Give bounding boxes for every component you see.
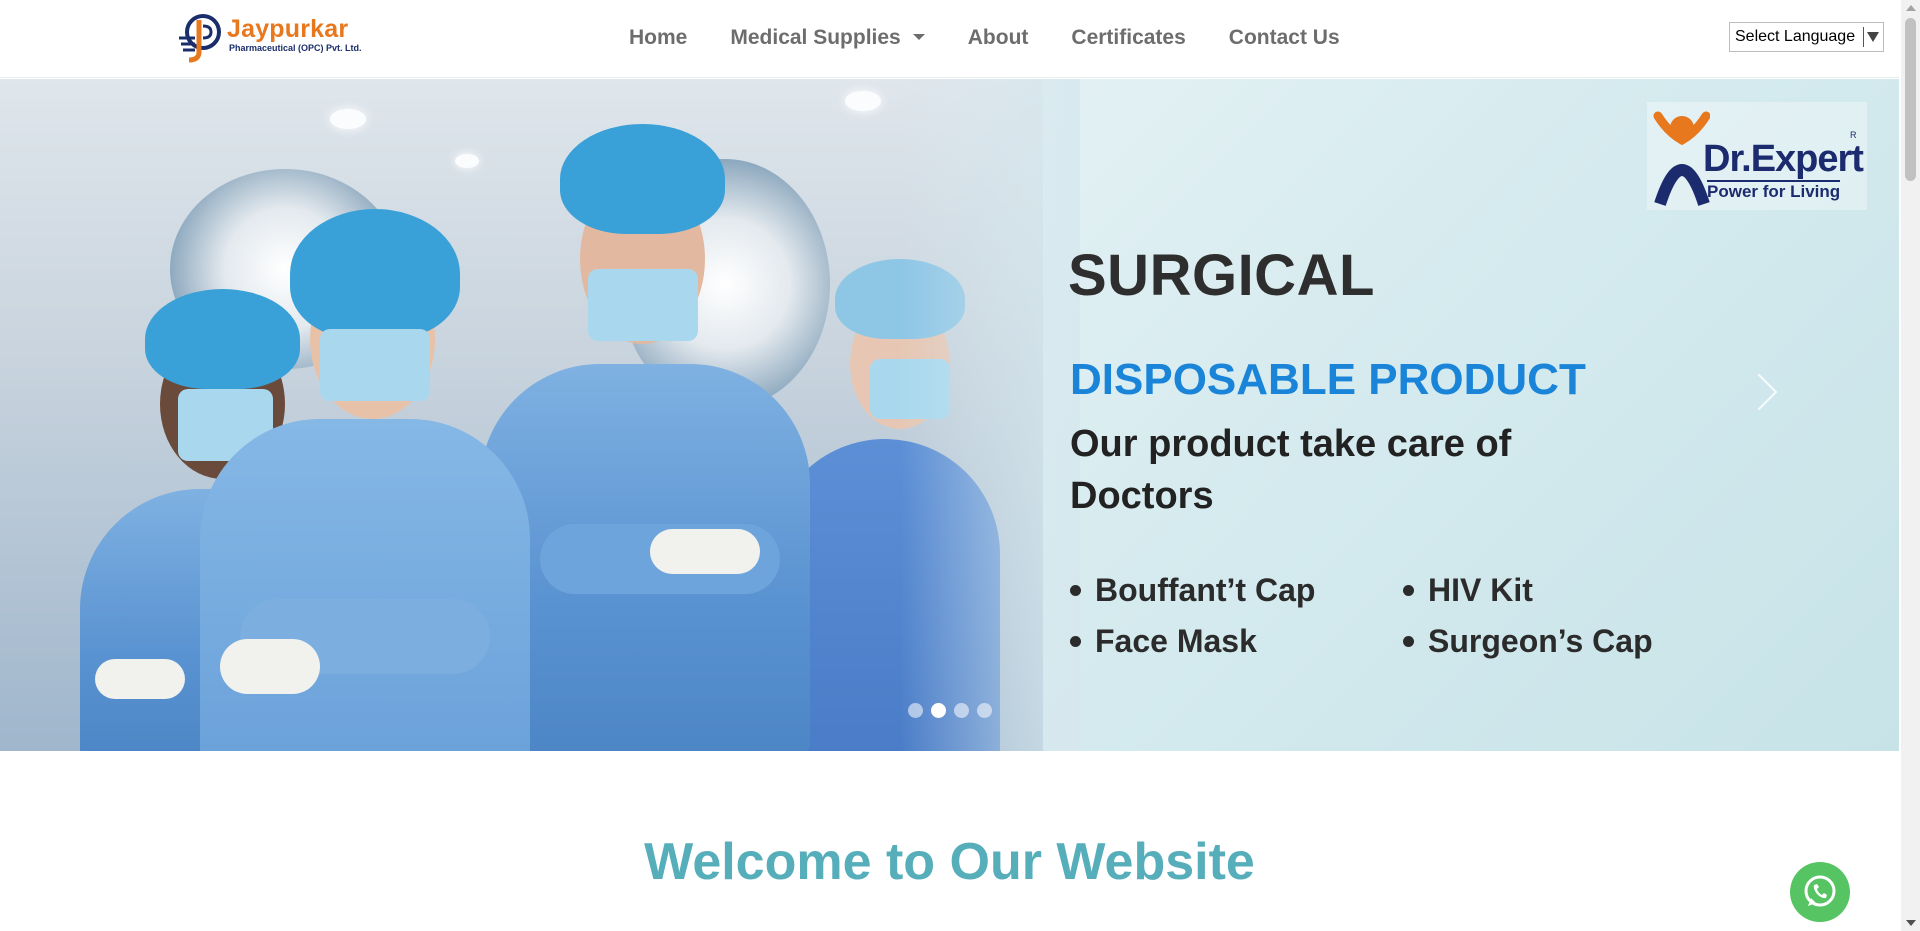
scroll-down-icon[interactable] — [1906, 920, 1916, 926]
main-nav: Home Medical Supplies About Certificates… — [629, 26, 1383, 50]
caret-down-icon — [912, 34, 925, 40]
nav-home[interactable]: Home — [629, 26, 687, 50]
dr-expert-tagline: Power for Living — [1707, 180, 1841, 201]
hero-carousel: Dr.Expert Power for Living R SURGICAL DI… — [0, 79, 1899, 751]
product-item-label: Face Mask — [1095, 623, 1257, 659]
product-item: Bouffant’t Cap — [1070, 572, 1403, 609]
carousel-indicators — [908, 703, 992, 718]
product-item: HIV Kit — [1403, 572, 1690, 609]
hero-tagline: Our product take care of Doctors — [1070, 423, 1512, 517]
logo-name: Jaypurkar — [227, 15, 349, 43]
dr-expert-logo: Dr.Expert Power for Living R — [1647, 102, 1867, 210]
nav-contact-us[interactable]: Contact Us — [1229, 26, 1340, 50]
scroll-up-icon[interactable] — [1906, 5, 1916, 11]
hero-title: SURGICAL — [1068, 243, 1375, 308]
carousel-indicator-3[interactable] — [954, 703, 969, 718]
nav-about[interactable]: About — [968, 26, 1029, 50]
whatsapp-icon — [1804, 875, 1836, 907]
dr-expert-name: Dr.Expert — [1703, 138, 1864, 180]
hero-fade — [900, 79, 1080, 751]
whatsapp-button[interactable] — [1790, 862, 1850, 922]
ceiling-light — [845, 91, 881, 111]
product-item-label: Bouffant’t Cap — [1095, 572, 1316, 608]
bullet-icon — [1403, 636, 1414, 647]
scrollbar-thumb[interactable] — [1905, 18, 1916, 181]
product-item: Surgeon’s Cap — [1403, 623, 1690, 660]
bullet-icon — [1070, 636, 1081, 647]
nav-medical-supplies[interactable]: Medical Supplies — [730, 26, 925, 50]
registered-mark: R — [1850, 130, 1857, 140]
product-item: Face Mask — [1070, 623, 1403, 660]
nav-about-label: About — [967, 26, 1029, 49]
nav-medical-supplies-label: Medical Supplies — [730, 26, 901, 49]
carousel-indicator-2[interactable] — [931, 703, 946, 718]
welcome-heading: Welcome to Our Website — [644, 833, 1255, 891]
language-select[interactable]: Select Language — [1729, 22, 1884, 52]
bullet-icon — [1403, 585, 1414, 596]
bullet-icon — [1070, 585, 1081, 596]
page-scrollbar[interactable] — [1901, 0, 1920, 931]
hero-subtitle: DISPOSABLE PRODUCT — [1070, 355, 1586, 404]
ceiling-light — [330, 109, 366, 129]
nav-certificates[interactable]: Certificates — [1071, 26, 1185, 50]
nav-home-label: Home — [629, 26, 688, 49]
logo-subtitle: Pharmaceutical (OPC) Pvt. Ltd. — [229, 43, 362, 53]
nav-certificates-label: Certificates — [1071, 26, 1186, 49]
dr-expert-figure-icon — [1652, 106, 1711, 206]
dropdown-arrow-icon — [1863, 27, 1879, 47]
language-select-value: Select Language — [1735, 28, 1856, 45]
product-item-label: Surgeon’s Cap — [1428, 623, 1653, 659]
nav-contact-us-label: Contact Us — [1228, 26, 1340, 49]
hero-photo-doctors — [0, 79, 1044, 751]
product-list: Bouffant’t Cap HIV Kit Face Mask Surgeon… — [1070, 572, 1690, 660]
logo-mark-icon — [175, 12, 225, 64]
carousel-indicator-1[interactable] — [908, 703, 923, 718]
carousel-indicator-4[interactable] — [977, 703, 992, 718]
top-navbar: Jaypurkar Pharmaceutical (OPC) Pvt. Ltd.… — [0, 0, 1899, 78]
ceiling-light — [455, 154, 479, 168]
product-item-label: HIV Kit — [1428, 572, 1533, 608]
site-logo[interactable]: Jaypurkar Pharmaceutical (OPC) Pvt. Ltd. — [175, 12, 362, 64]
